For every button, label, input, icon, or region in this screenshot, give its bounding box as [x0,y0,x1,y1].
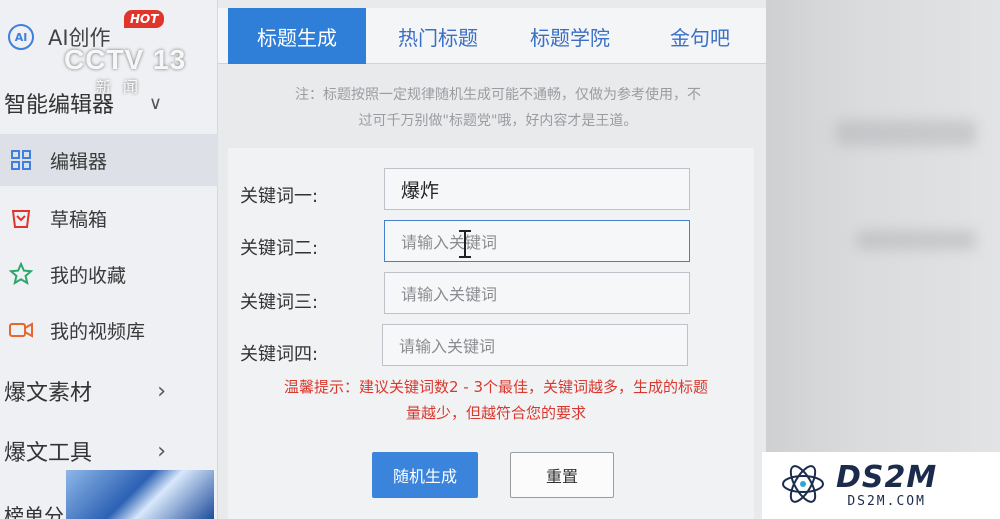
usage-note-line: 过可千万别做"标题党"哦，好内容才是王道。 [358,113,638,129]
usage-note: 注：标题按照一定规律随机生成可能不通畅，仅做为参考使用，不 过可千万别做"标题党… [238,82,758,134]
reset-button[interactable]: 重置 [510,452,614,498]
grid-icon [8,147,34,173]
tab-bar: 标题生成 热门标题 标题学院 金句吧 [218,8,766,64]
sidebar-item-label: 我的视频库 [50,320,146,343]
star-icon [8,261,34,287]
cctv-logo: CCTV 13 [64,44,187,75]
watermark-title: DS2M [836,460,938,495]
chevron-right-icon: › [157,378,166,404]
atom-logo-icon [780,461,826,511]
random-generate-button[interactable]: 随机生成 [372,452,478,498]
sidebar-item-editor[interactable]: 编辑器 [0,134,218,186]
sidebar-item-video-library[interactable]: 我的视频库 [0,304,218,356]
warm-tip: 温馨提示：建议关键词数2 - 3个最佳，关键词越多，生成的标题 量越少，但越符合… [246,374,746,426]
title-generator-panel: 标题生成 热门标题 标题学院 金句吧 注：标题按照一定规律随机生成可能不通畅，仅… [218,0,766,519]
chevron-down-icon: ∨ [148,92,162,114]
video-thumbnail [66,470,214,519]
sidebar-item-label: 我的收藏 [50,264,127,287]
sidebar-group-cut-off[interactable]: 榜单分 [4,500,64,519]
tab-golden-quotes[interactable]: 金句吧 [642,8,758,64]
keyword-2-label: 关键词二: [240,238,319,259]
sidebar-item-favorites[interactable]: 我的收藏 [0,248,218,300]
warm-tip-line: 温馨提示：建议关键词数2 - 3个最佳，关键词越多，生成的标题 [283,378,709,396]
tab-hot-titles[interactable]: 热门标题 [378,8,498,64]
tab-title-academy[interactable]: 标题学院 [512,8,628,64]
sidebar-group-label: 爆文工具 [4,441,93,466]
keyword-4-input[interactable]: 请输入关键词 [382,324,688,366]
blurred-block [836,120,976,146]
sidebar-item-label: 编辑器 [50,150,108,173]
sidebar-group-tools[interactable]: 爆文工具 › [4,426,214,476]
ai-icon: AI [8,24,34,50]
trash-bin-icon [8,205,34,231]
text-cursor-icon [459,230,471,258]
keyword-2-input[interactable]: 请输入关键词 [384,220,690,262]
cctv-news-label: 新闻 [96,78,151,96]
blurred-block [856,230,976,250]
usage-note-line: 注：标题按照一定规律随机生成可能不通畅，仅做为参考使用，不 [295,87,701,103]
blurred-background [766,0,1000,519]
keyword-form: 关键词一: 爆炸 关键词二: 请输入关键词 关键词三: 请输入关键词 关键词四:… [228,148,754,519]
tab-title-generate[interactable]: 标题生成 [228,8,366,64]
keyword-4-label: 关键词四: [240,344,319,365]
sidebar-group-material[interactable]: 爆文素材 › [4,366,214,416]
watermark-subtitle: DS2M.COM [847,494,926,509]
video-camera-icon [8,317,34,343]
sidebar-item-label: 草稿箱 [50,208,108,231]
keyword-3-input[interactable]: 请输入关键词 [384,272,690,314]
warm-tip-line: 量越少，但越符合您的要求 [405,404,586,422]
sidebar-item-drafts[interactable]: 草稿箱 [0,192,218,244]
keyword-3-label: 关键词三: [240,292,319,313]
sidebar-group-label: 爆文素材 [4,381,93,406]
keyword-1-input[interactable]: 爆炸 [384,168,690,210]
keyword-1-label: 关键词一: [240,186,319,207]
chevron-right-icon: › [157,438,166,464]
ds2m-watermark: DS2M DS2M.COM [762,452,1000,519]
hot-badge: HOT [124,10,165,28]
